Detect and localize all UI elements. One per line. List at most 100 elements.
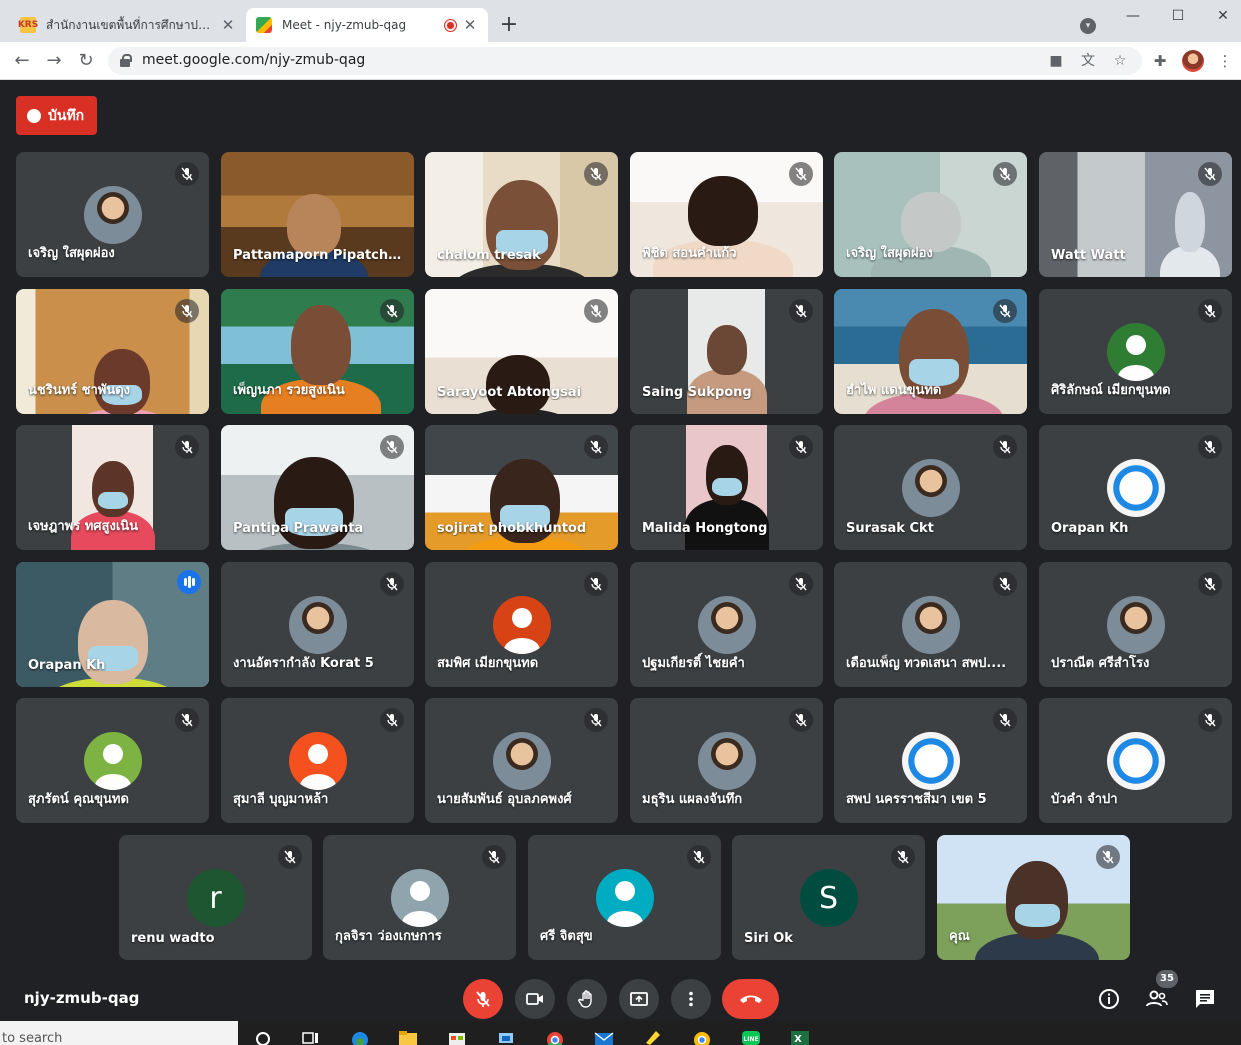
chat-icon[interactable] [1193, 987, 1217, 1011]
meeting-details-button[interactable] [1097, 987, 1121, 1011]
reload-icon[interactable]: ↻ [75, 50, 97, 72]
avatar [83, 732, 142, 790]
participant-tile[interactable]: เจษฎาพร ทศสูงเนิน [16, 425, 209, 550]
participant-name: Pantipa Prawanta [233, 521, 364, 536]
excel-icon[interactable]: X [789, 1027, 811, 1045]
new-tab-button[interactable]: + [498, 14, 520, 36]
muted-indicator [1198, 708, 1222, 732]
participant-tile[interactable]: สมพิศ เมียกขุนทด [425, 562, 618, 687]
extensions-icon[interactable]: ✚ [1151, 52, 1169, 70]
participant-name: ศิริลักษณ์ เมียกขุนทด [1051, 383, 1171, 398]
participant-tile[interactable]: เพ็ญนภา รวยสูงเนิน [221, 289, 414, 414]
muted-indicator [993, 435, 1017, 459]
profile-avatar[interactable] [1182, 50, 1204, 72]
participant-tile[interactable]: ปฐมเกียรติ์ ไชยคำ [630, 562, 823, 687]
participant-tile[interactable]: สุมาลี บุญมาหล้า [221, 698, 414, 823]
window-close-button[interactable]: ✕ [1208, 6, 1238, 26]
avatar [288, 732, 347, 790]
close-icon[interactable]: ✕ [220, 17, 236, 33]
participant-tile[interactable]: นชรินทร์ ชาพันดุง [16, 289, 209, 414]
participant-tile[interactable]: ฮำไพ แดนขุนทด [834, 289, 1027, 414]
back-icon[interactable]: ← [11, 50, 33, 72]
participant-tile[interactable]: r renu wadto [119, 835, 312, 960]
participant-tile[interactable]: Orapan Kh [16, 562, 209, 687]
file-explorer-icon[interactable] [397, 1027, 419, 1045]
raise-hand-button[interactable] [567, 979, 607, 1019]
participant-tile[interactable]: Pattamaporn Pipatcho... [221, 152, 414, 277]
participant-name: ศรี จิตสุข [540, 929, 593, 944]
participant-tile[interactable]: Pantipa Prawanta [221, 425, 414, 550]
participant-tile[interactable]: นายสัมพันธ์ อุบลภคพงศ์ [425, 698, 618, 823]
bookmark-star-icon[interactable]: ☆ [1112, 53, 1128, 69]
people-icon[interactable] [1145, 987, 1169, 1011]
minimize-button[interactable]: — [1118, 6, 1148, 26]
tab-search-icon[interactable]: ▾ [1080, 18, 1096, 34]
maximize-button[interactable]: ☐ [1163, 6, 1193, 26]
participant-name: สุมาลี บุญมาหล้า [233, 792, 329, 807]
participant-tile[interactable]: Saing Sukpong [630, 289, 823, 414]
present-button[interactable] [619, 979, 659, 1019]
participant-tile[interactable]: สพป นครราชสีมา เขต 5 [834, 698, 1027, 823]
participant-name: พิชิต สอนคำแก้ว [642, 246, 737, 261]
forward-icon[interactable]: → [43, 50, 65, 72]
translate-icon[interactable]: 文 [1080, 53, 1096, 69]
mic-off-icon [1102, 850, 1114, 864]
participant-tile[interactable]: ปราณีต ศรีสำโรง [1039, 562, 1232, 687]
hand-icon [578, 990, 592, 1008]
store-icon[interactable] [446, 1027, 468, 1045]
participant-tile[interactable]: เดือนเพ็ญ ทวดเสนา สพป.... [834, 562, 1027, 687]
menu-icon[interactable]: ⋮ [1216, 52, 1234, 70]
sticky-app-icon[interactable] [642, 1027, 664, 1045]
participant-tile[interactable]: มธุริน แผลงจันทึก [630, 698, 823, 823]
participant-tile[interactable]: Watt Watt [1039, 152, 1232, 277]
participant-tile[interactable]: chalom tresak [425, 152, 618, 277]
participant-tile[interactable]: S Siri Ok [732, 835, 925, 960]
participant-name: สพป นครราชสีมา เขต 5 [846, 792, 987, 807]
taskbar-search-input[interactable]: to search [0, 1021, 238, 1045]
participant-tile[interactable]: Orapan Kh [1039, 425, 1232, 550]
camera-button[interactable] [515, 979, 555, 1019]
mic-off-icon [488, 850, 500, 864]
mic-off-icon [386, 713, 398, 727]
participant-tile[interactable]: ศรี จิตสุข [528, 835, 721, 960]
address-bar[interactable]: meet.google.com/njy-zmub-qag ■ 文 ☆ [108, 47, 1142, 75]
participant-tile[interactable]: sojirat phobkhuntod [425, 425, 618, 550]
participant-tile[interactable]: คุณ [937, 835, 1130, 960]
chrome-profile-icon[interactable] [691, 1027, 713, 1045]
participant-tile[interactable]: ศิริลักษณ์ เมียกขุนทด [1039, 289, 1232, 414]
participant-tile[interactable]: Surasak Ckt [834, 425, 1027, 550]
participant-tile[interactable]: พิชิต สอนคำแก้ว [630, 152, 823, 277]
network-app-icon[interactable] [495, 1027, 517, 1045]
edge-icon[interactable] [349, 1027, 371, 1045]
mail-icon[interactable] [593, 1027, 615, 1045]
more-options-button[interactable] [671, 979, 711, 1019]
logo-avatar [901, 732, 960, 790]
participant-name: Surasak Ckt [846, 521, 934, 536]
video-camera-icon [526, 993, 543, 1005]
participant-tile[interactable]: เจริญ ใสผุดผ่อง [834, 152, 1027, 277]
participant-name: renu wadto [131, 931, 215, 946]
line-icon[interactable]: LINE [740, 1027, 762, 1045]
browser-toolbar: ← → ↻ meet.google.com/njy-zmub-qag ■ 文 ☆… [0, 42, 1241, 80]
camera-icon[interactable]: ■ [1048, 53, 1064, 69]
chrome-icon[interactable] [544, 1027, 566, 1045]
muted-indicator [993, 572, 1017, 596]
leave-call-button[interactable] [722, 979, 779, 1019]
participant-tile[interactable]: Sarayoot Abtongsai [425, 289, 618, 414]
mic-off-button[interactable] [463, 979, 503, 1019]
cortana-icon[interactable] [252, 1027, 274, 1045]
task-view-icon[interactable] [300, 1027, 322, 1045]
mic-off-icon [476, 991, 490, 1007]
mic-off-icon [590, 713, 602, 727]
participant-tile[interactable]: เจริญ ใสผุดผ่อง [16, 152, 209, 277]
participant-tile[interactable]: สุภรัตน์ คุณขุนทด [16, 698, 209, 823]
close-icon[interactable]: ✕ [462, 17, 478, 33]
mic-off-icon [181, 167, 193, 181]
avatar [697, 596, 756, 654]
tab-meet[interactable]: Meet - njy-zmub-qag ✕ [246, 8, 488, 42]
participant-tile[interactable]: งานอัตรากำลัง Korat 5 [221, 562, 414, 687]
participant-tile[interactable]: Malida Hongtong [630, 425, 823, 550]
participant-tile[interactable]: กุลจิรา ว่องเกษการ [323, 835, 516, 960]
participant-tile[interactable]: บัวคำ จำปา [1039, 698, 1232, 823]
tab-krs[interactable]: KRS สำนักงานเขตพื้นที่การศึกษาประถมศึกษา… [10, 8, 246, 42]
